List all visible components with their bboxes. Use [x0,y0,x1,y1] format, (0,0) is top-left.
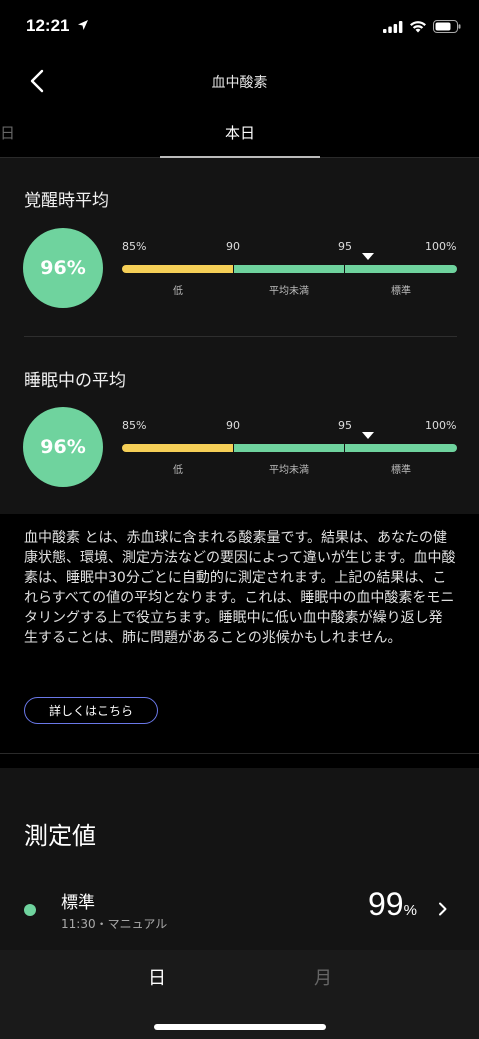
measurements-panel: 測定値 標準 11:30・マニュアル 99% [0,768,479,950]
category-label: 標準 [391,286,411,297]
category-label: 低 [173,465,183,476]
home-indicator[interactable] [154,1024,326,1030]
category-label: 平均未満 [269,465,309,476]
bar-low-segment [122,444,233,452]
tab-previous[interactable]: 日 [0,122,15,143]
battery-icon [433,20,461,33]
tick-label: 100% [425,240,457,253]
bar-below-average-segment [234,444,344,452]
wifi-icon [410,21,426,33]
tick-label: 95 [338,419,352,432]
measurement-number: 99 [368,886,404,922]
signal-icon [383,20,403,33]
bottom-tab-day[interactable]: 日 [140,964,174,990]
measurement-label: 標準 [61,893,95,913]
tick-label: 85% [122,240,147,253]
sleep-value-circle: 96% [23,407,103,487]
measurement-unit: % [403,902,417,919]
tick-label: 100% [425,419,457,432]
learn-more-button[interactable]: 詳しくはこちら [24,697,158,724]
measurements-title: 測定値 [24,822,96,850]
oxygen-average-card: 覚醒時平均 96% 85% 90 95 100% 低 平均未満 標準 睡眠中の平… [0,158,479,514]
bar-normal-segment [345,444,457,452]
category-label: 平均未満 [269,286,309,297]
bar-low-segment [122,265,233,273]
status-bar: 12:21 [0,0,479,56]
awake-value-circle: 96% [23,228,103,308]
section-divider [24,336,457,337]
location-arrow-icon [78,20,88,30]
status-time: 12:21 [26,16,70,35]
category-label: 標準 [391,465,411,476]
awake-scale: 85% 90 95 100% 低 平均未満 標準 [122,240,457,300]
bar-below-average-segment [234,265,344,273]
bottom-tab-month[interactable]: 月 [306,964,340,990]
page-title: 血中酸素 [211,75,268,91]
tick-label: 95 [338,240,352,253]
measurement-value: 99% [368,886,417,923]
description-text: 血中酸素 とは、赤血球に含まれる酸素量です。結果は、あなたの健康状態、環境、測定… [24,530,456,646]
tick-label: 90 [226,240,240,253]
date-tabs: 日 本日 [0,112,479,158]
awake-average-title: 覚醒時平均 [24,191,109,211]
category-label: 低 [173,286,183,297]
measurement-time: 11:30・マニュアル [61,917,168,931]
value-marker-icon [361,432,374,439]
status-dot-icon [24,904,36,916]
tab-today[interactable]: 本日 [160,122,320,143]
value-marker-icon [361,253,374,260]
section-separator [0,753,479,754]
bottom-tab-bar: 日 月 [0,950,479,1039]
chevron-right-icon[interactable] [438,902,448,916]
bar-normal-segment [345,265,457,273]
sleep-average-title: 睡眠中の平均 [24,371,126,391]
tick-label: 90 [226,419,240,432]
sleep-scale: 85% 90 95 100% 低 平均未満 標準 [122,419,457,479]
tick-label: 85% [122,419,147,432]
